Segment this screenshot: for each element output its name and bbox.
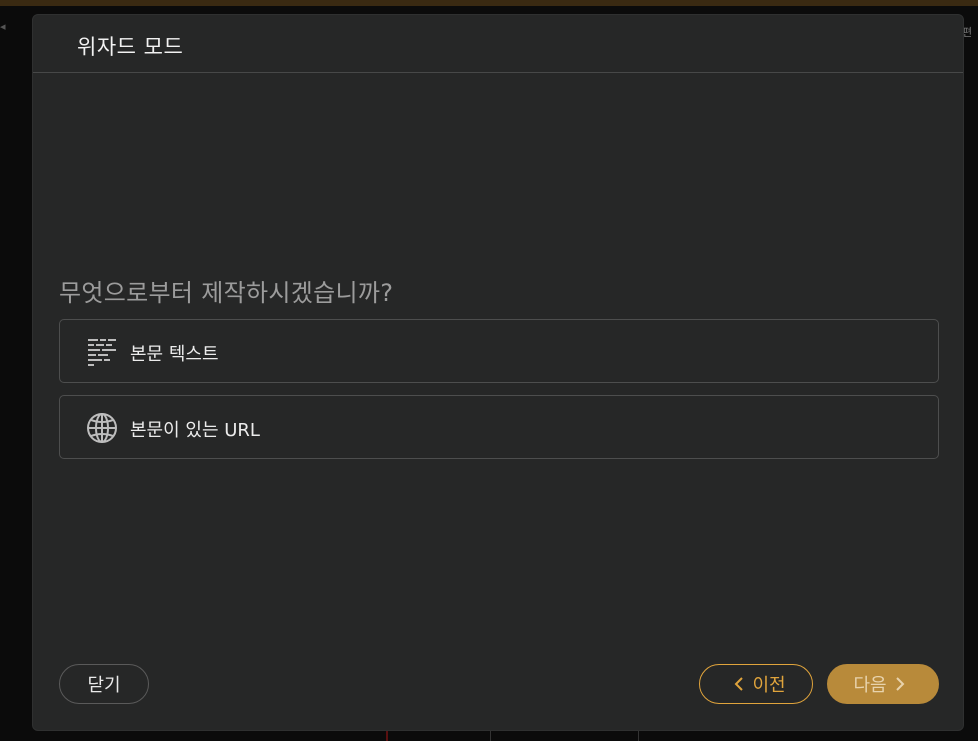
question-heading: 무엇으로부터 제작하시겠습니까? <box>59 279 394 307</box>
close-button[interactable]: 닫기 <box>59 664 149 704</box>
chevron-left-icon <box>732 676 746 692</box>
previous-button[interactable]: 이전 <box>699 664 813 704</box>
globe-icon <box>86 412 118 444</box>
next-button[interactable]: 다음 <box>827 664 939 704</box>
option-label: 본문 텍스트 <box>130 344 219 365</box>
option-body-text[interactable]: 본문 텍스트 <box>59 319 939 383</box>
previous-button-label: 이전 <box>752 675 786 696</box>
dialog-title: 위자드 모드 <box>77 35 184 59</box>
top-accent-strip <box>0 0 978 6</box>
option-label: 본문이 있는 URL <box>130 420 260 441</box>
backdrop-right-glyph: 편 <box>962 26 973 39</box>
text-lines-icon <box>86 336 118 368</box>
wizard-dialog: 위자드 모드 무엇으로부터 제작하시겠습니까? 본문 텍스트 본문이 있는 UR… <box>32 14 964 731</box>
next-button-label: 다음 <box>853 675 887 696</box>
close-button-label: 닫기 <box>87 675 121 696</box>
dialog-header: 위자드 모드 <box>33 15 963 73</box>
backdrop-left-glyph: ◂ <box>0 20 6 33</box>
option-url[interactable]: 본문이 있는 URL <box>59 395 939 459</box>
chevron-right-icon <box>893 676 907 692</box>
